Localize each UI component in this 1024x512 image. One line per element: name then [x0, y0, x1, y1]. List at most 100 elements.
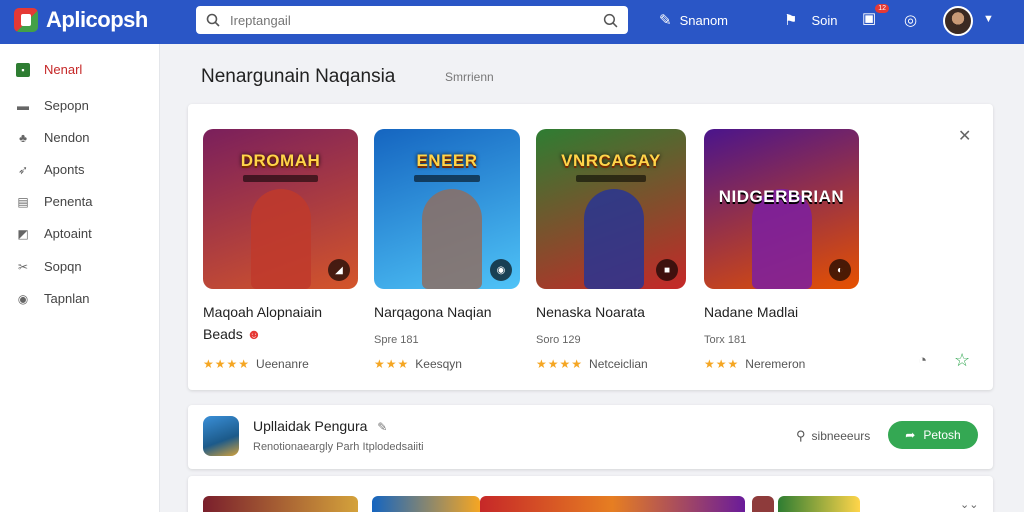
game-thumbnail[interactable]: VNRCAGAY ■ — [536, 129, 686, 289]
game-thumbnail[interactable]: DROMAH ◢ — [203, 129, 358, 289]
monitor-icon: ▬ — [17, 98, 29, 113]
game-art-banner — [414, 175, 480, 182]
wrench-icon: ✎ — [659, 12, 672, 29]
sidebar — [0, 44, 160, 512]
notifications-button[interactable]: ▣ 12 — [862, 4, 889, 29]
sidebar-item-chat[interactable]: ◉ Tapnlan — [16, 291, 90, 306]
page-title: Nenargunain Naqansia — [201, 66, 396, 87]
sidebar-item-label: Nendon — [44, 130, 90, 145]
sign-in-button[interactable]: ⚑ Soin — [784, 11, 837, 29]
close-icon[interactable]: ✕ — [958, 126, 971, 146]
rating-text: Neremeron — [745, 357, 806, 371]
game-thumbnail[interactable] — [752, 496, 774, 512]
game-card[interactable]: NIDGERBRIAN ◐ — [704, 129, 859, 289]
sidebar-item-label: Sepopn — [44, 98, 89, 113]
platform-icon: ◉ — [490, 259, 512, 281]
featured-app-description: Renotionaeargly Parh Itplodedsaiiti — [253, 441, 424, 453]
search-icon — [206, 13, 220, 27]
game-meta: Torx 181 — [704, 334, 747, 346]
search-input[interactable] — [230, 12, 603, 28]
game-meta: Spre 181 — [374, 334, 419, 346]
chat-icon: ◉ — [17, 291, 29, 306]
game-art-character — [251, 189, 311, 289]
home-icon: ▪ — [16, 62, 30, 77]
share-label: Snanom — [679, 12, 728, 28]
tools-icon: ✂ — [17, 259, 29, 274]
game-thumbnail[interactable]: NIDGERBRIAN ◐ — [704, 129, 859, 289]
rating-text: Ueenanre — [256, 357, 309, 371]
game-thumbnail[interactable] — [480, 496, 745, 512]
game-meta: Soro 129 — [536, 334, 581, 346]
game-rating: ★★★★ Netceiclian — [536, 357, 648, 371]
platform-icon: ■ — [656, 259, 678, 281]
section-subtitle-link[interactable]: Smrrienn — [445, 70, 494, 84]
game-art-title: NIDGERBRIAN — [718, 187, 845, 206]
app-logo[interactable]: Aplicopsh — [14, 7, 148, 33]
play-icon[interactable]: ◢ — [328, 259, 350, 281]
play-icon[interactable]: ◐ — [829, 259, 851, 281]
logo-icon — [14, 8, 38, 32]
game-thumbnail[interactable] — [778, 496, 860, 512]
chevron-down-icon[interactable]: ▼ — [983, 13, 994, 25]
favorite-star-icon[interactable]: ☆ — [954, 350, 970, 371]
sidebar-item-home[interactable]: ▪ Nenarl — [16, 62, 82, 77]
sidebar-item-games[interactable]: ♣ Nendon — [16, 130, 90, 145]
flag-icon: ⚑ — [784, 12, 798, 29]
game-thumbnail[interactable] — [203, 496, 358, 512]
game-thumbnail[interactable] — [372, 496, 480, 512]
search-submit-icon[interactable] — [603, 13, 618, 28]
game-art-title: DROMAH — [240, 151, 321, 170]
avatar[interactable] — [943, 6, 973, 36]
game-rating: ★★★ Keesqyn — [374, 357, 462, 371]
notification-badge: 12 — [875, 4, 889, 13]
list-icon: ▤ — [17, 194, 29, 209]
game-art-character — [584, 189, 644, 289]
chevron-down-icon[interactable]: ⌄⌄ — [960, 498, 978, 511]
sidebar-item-tools[interactable]: ✂ Sopqn — [16, 259, 82, 274]
sign-in-label: Soin — [811, 12, 838, 28]
game-card[interactable]: DROMAH ◢ — [203, 129, 358, 289]
help-button[interactable]: ◎ — [904, 11, 917, 29]
star-rating-icon: ★★★★ — [536, 357, 584, 371]
sidebar-item-label: Aptoaint — [44, 226, 92, 241]
game-title-suffix: Beads — [203, 326, 243, 342]
game-title[interactable]: Nenaska Noarata — [536, 304, 645, 320]
sidebar-item-sports[interactable]: ➶ Aponts — [16, 162, 85, 177]
sidebar-item-apps[interactable]: ▬ Sepopn — [16, 98, 89, 113]
share-button[interactable]: ✎ Snanom — [659, 11, 728, 29]
game-title-line2: Beads ☻ — [203, 326, 261, 342]
game-card[interactable]: VNRCAGAY ■ — [536, 129, 686, 289]
featured-app-name: Upllaidak Pengura — [253, 418, 368, 434]
game-thumbnail[interactable]: ENEER ◉ — [374, 129, 520, 289]
followers-label: sibneeeurs — [811, 429, 871, 443]
sidebar-item-label: Nenarl — [44, 62, 83, 77]
game-title[interactable]: Narqagona Naqian — [374, 304, 492, 320]
info-icon[interactable]: ◔ — [918, 352, 927, 369]
game-art-title: VNRCAGAY — [561, 151, 661, 170]
arrow-icon: ➦ — [905, 428, 916, 442]
help-icon: ◎ — [904, 12, 918, 29]
followers-link[interactable]: ⚲ sibneeeurs — [796, 428, 870, 444]
game-title[interactable]: Nadane Madlai — [704, 304, 798, 320]
game-rating: ★★★★ Ueenanre — [203, 357, 309, 371]
sidebar-item-charts[interactable]: ◩ Aptoaint — [16, 226, 92, 241]
app-icon[interactable] — [203, 416, 239, 456]
puzzle-icon: ♣ — [19, 130, 27, 145]
search-bar[interactable] — [196, 6, 628, 34]
emoji-icon: ☻ — [246, 326, 262, 342]
game-art-banner — [576, 175, 646, 182]
game-card[interactable]: ENEER ◉ — [374, 129, 520, 289]
featured-app-row — [188, 405, 993, 469]
sidebar-item-label: Tapnlan — [44, 291, 90, 306]
featured-app-title[interactable]: Upllaidak Pengura ✎ — [253, 418, 387, 434]
game-rating: ★★★ Neremeron — [704, 357, 805, 371]
verified-icon: ✎ — [377, 420, 388, 434]
game-art-character — [422, 189, 482, 289]
leaf-icon: ➶ — [17, 162, 29, 177]
install-label: Petosh — [923, 428, 961, 442]
sidebar-item-rentals[interactable]: ▤ Penenta — [16, 194, 92, 209]
game-title[interactable]: Maqoah Alopnaiain — [203, 304, 322, 320]
sidebar-item-label: Penenta — [44, 194, 93, 209]
star-rating-icon: ★★★★ — [203, 357, 251, 371]
install-button[interactable]: ➦ Petosh — [888, 421, 978, 449]
